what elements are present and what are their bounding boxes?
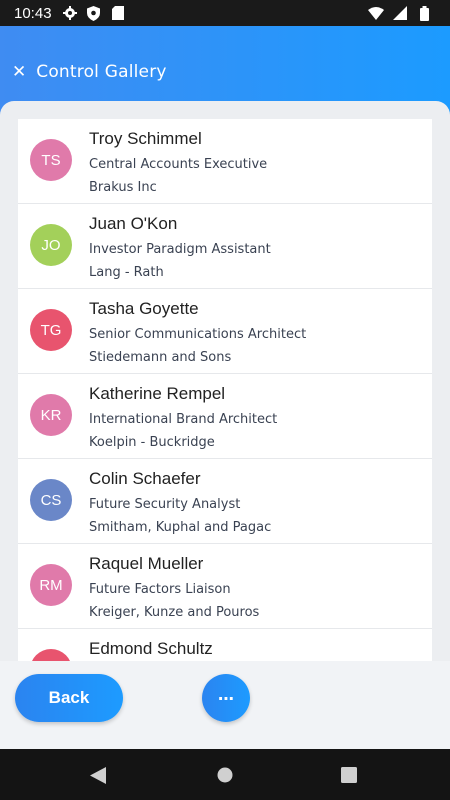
contact-name: Edmond Schultz — [89, 639, 213, 658]
contact-row[interactable]: Edmond Schultz — [18, 629, 432, 661]
avatar — [30, 649, 72, 661]
shield-icon — [86, 5, 102, 21]
recents-icon[interactable] — [341, 767, 357, 787]
signal-icon — [392, 5, 408, 21]
bottom-action-bar: Back ⋯ — [0, 661, 450, 749]
home-icon[interactable] — [217, 767, 233, 787]
contact-row[interactable]: JO Juan O'Kon Investor Paradigm Assistant L… — [18, 204, 432, 289]
contact-row[interactable]: KR Katherine Rempel International Brand Ar… — [18, 374, 432, 459]
status-bar: 10:43 — [0, 0, 450, 26]
contact-company: Brakus Inc — [89, 180, 157, 195]
back-button[interactable]: Back — [15, 674, 123, 722]
contact-name: Juan O'Kon — [89, 214, 178, 233]
contact-row[interactable]: RM Raquel Mueller Future Factors Liaison Kr… — [18, 544, 432, 629]
contact-company: Koelpin - Buckridge — [89, 435, 215, 450]
system-nav-bar — [0, 749, 450, 800]
avatar: CS — [30, 479, 72, 521]
contact-company: Smitham, Kuphal and Pagac — [89, 520, 272, 535]
sd-card-icon — [110, 5, 126, 21]
avatar: JO — [30, 224, 72, 266]
wifi-icon — [368, 5, 384, 21]
contact-row[interactable]: TS Troy Schimmel Central Accounts Executiv… — [18, 119, 432, 204]
contact-title: Future Security Analyst — [89, 497, 241, 512]
contact-company: Stiedemann and Sons — [89, 350, 232, 365]
contact-row[interactable]: TG Tasha Goyette Senior Communications Arc… — [18, 289, 432, 374]
contact-title: Investor Paradigm Assistant — [89, 242, 271, 257]
contact-company: Lang - Rath — [89, 265, 164, 280]
contact-title: Future Factors Liaison — [89, 582, 231, 597]
battery-icon — [416, 5, 432, 21]
status-time: 10:43 — [14, 4, 52, 22]
header-row: ✕ Control Gallery — [12, 62, 167, 82]
contact-name: Troy Schimmel — [89, 129, 202, 148]
contact-name: Katherine Rempel — [89, 384, 226, 403]
contact-list: TS Troy Schimmel Central Accounts Executiv… — [18, 119, 432, 661]
contact-list-panel: TS Troy Schimmel Central Accounts Executiv… — [0, 101, 450, 661]
contact-row[interactable]: CS Colin Schaefer Future Security Analyst S… — [18, 459, 432, 544]
avatar: TG — [30, 309, 72, 351]
contact-name: Colin Schaefer — [89, 469, 201, 488]
contact-title: Senior Communications Architect — [89, 327, 307, 342]
page-title: Control Gallery — [36, 62, 167, 82]
more-options-button[interactable]: ⋯ — [202, 674, 250, 722]
contact-title: Central Accounts Executive — [89, 157, 268, 172]
settings-icon — [62, 5, 78, 21]
avatar: RM — [30, 564, 72, 606]
avatar: KR — [30, 394, 72, 436]
contact-company: Kreiger, Kunze and Pouros — [89, 605, 260, 620]
contact-title: International Brand Architect — [89, 412, 278, 427]
close-icon[interactable]: ✕ — [12, 62, 26, 82]
avatar: TS — [30, 139, 72, 181]
contact-name: Tasha Goyette — [89, 299, 199, 318]
contact-name: Raquel Mueller — [89, 554, 204, 573]
back-icon[interactable] — [90, 767, 106, 788]
